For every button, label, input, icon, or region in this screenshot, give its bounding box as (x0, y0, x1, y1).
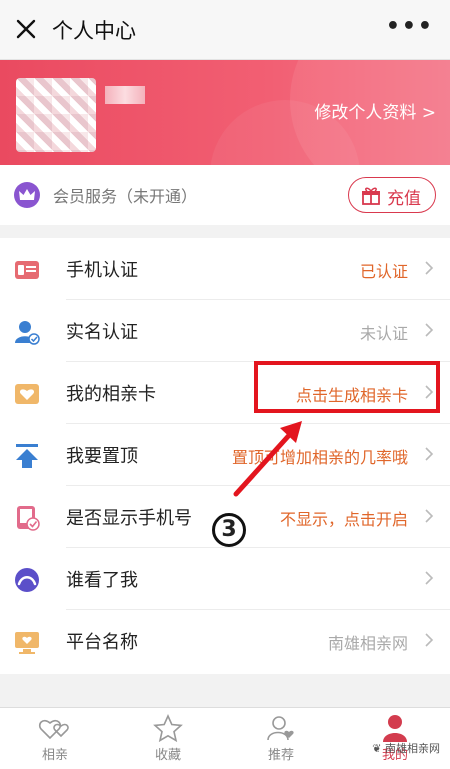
member-service-label: 会员服务（未开通） (53, 187, 198, 206)
row-label: 是否显示手机号 (66, 508, 192, 529)
tab-recommend[interactable]: 推荐 (246, 714, 316, 763)
row-value: 南雄相亲网 (327, 634, 408, 653)
row-label: 手机认证 (66, 260, 138, 281)
row-phone-verify[interactable]: 手机认证 已认证 (0, 238, 450, 300)
page-title: 个人中心 (52, 19, 136, 43)
gift-icon (362, 187, 380, 205)
tab-label: 推荐 (267, 748, 294, 763)
phone-display-icon (17, 506, 40, 531)
tab-favorites[interactable]: 收藏 (133, 714, 203, 763)
chevron-right-icon (425, 323, 434, 337)
profile-banner: 修改个人资料 > (0, 60, 450, 165)
viewers-icon (15, 568, 39, 592)
chevron-right-icon (425, 633, 434, 647)
watermark-text: 南雄相亲网 (385, 742, 440, 755)
close-icon[interactable] (12, 15, 40, 43)
row-label: 谁看了我 (66, 570, 138, 591)
row-value: 已认证 (359, 262, 408, 281)
row-value: 不显示，点击开启 (279, 510, 408, 529)
bottom-tab-bar: 相亲 收藏 推荐 我的 (0, 707, 450, 769)
row-label: 我的相亲卡 (66, 384, 156, 405)
crown-icon (14, 182, 40, 208)
annotation-step-number: 3 (212, 513, 246, 547)
star-icon (153, 714, 183, 742)
platform-icon (15, 632, 39, 654)
more-menu-icon[interactable]: ••• (386, 14, 434, 39)
nickname-blurred (105, 86, 145, 104)
tab-dating[interactable]: 相亲 (20, 714, 90, 763)
annotation-highlight-box (254, 361, 440, 413)
person-heart-icon (267, 716, 294, 741)
phone-id-icon (15, 261, 39, 279)
chevron-right-icon (425, 571, 434, 585)
wechat-icon: ❦ (372, 742, 385, 755)
heart-card-icon (15, 384, 39, 404)
chevron-right-icon (425, 447, 434, 461)
hearts-icon (38, 719, 69, 740)
row-who-viewed-me[interactable]: 谁看了我 (0, 548, 450, 610)
row-platform-name[interactable]: 平台名称 南雄相亲网 (0, 610, 450, 672)
edit-profile-link[interactable]: 修改个人资料 > (314, 98, 436, 123)
chevron-right-icon (425, 261, 434, 275)
row-label: 实名认证 (66, 322, 138, 343)
avatar[interactable] (16, 78, 96, 152)
pin-top-icon (16, 444, 38, 468)
row-value: 置顶可增加相亲的几率哦 (231, 448, 408, 467)
settings-list: 手机认证 已认证 实名认证 未认证 我的相亲卡 点击生成相亲卡 我要置顶 置顶可… (0, 238, 450, 674)
row-label: 平台名称 (66, 632, 138, 653)
recharge-button[interactable]: 充值 (348, 177, 436, 213)
user-verify-icon (15, 321, 40, 345)
row-realname-verify[interactable]: 实名认证 未认证 (0, 300, 450, 362)
row-pin-top[interactable]: 我要置顶 置顶可增加相亲的几率哦 (0, 424, 450, 486)
me-icon (383, 715, 407, 742)
recharge-label: 充值 (387, 189, 421, 209)
chevron-right-icon (425, 509, 434, 523)
member-service-bar: 会员服务（未开通） 充值 (0, 165, 450, 225)
tab-label: 相亲 (41, 748, 68, 763)
watermark: ❦ 南雄相亲网 (372, 740, 440, 756)
row-value: 未认证 (359, 324, 408, 343)
tab-label: 收藏 (154, 748, 181, 763)
title-bar: 个人中心 ••• (0, 0, 450, 60)
row-label: 我要置顶 (66, 446, 138, 467)
